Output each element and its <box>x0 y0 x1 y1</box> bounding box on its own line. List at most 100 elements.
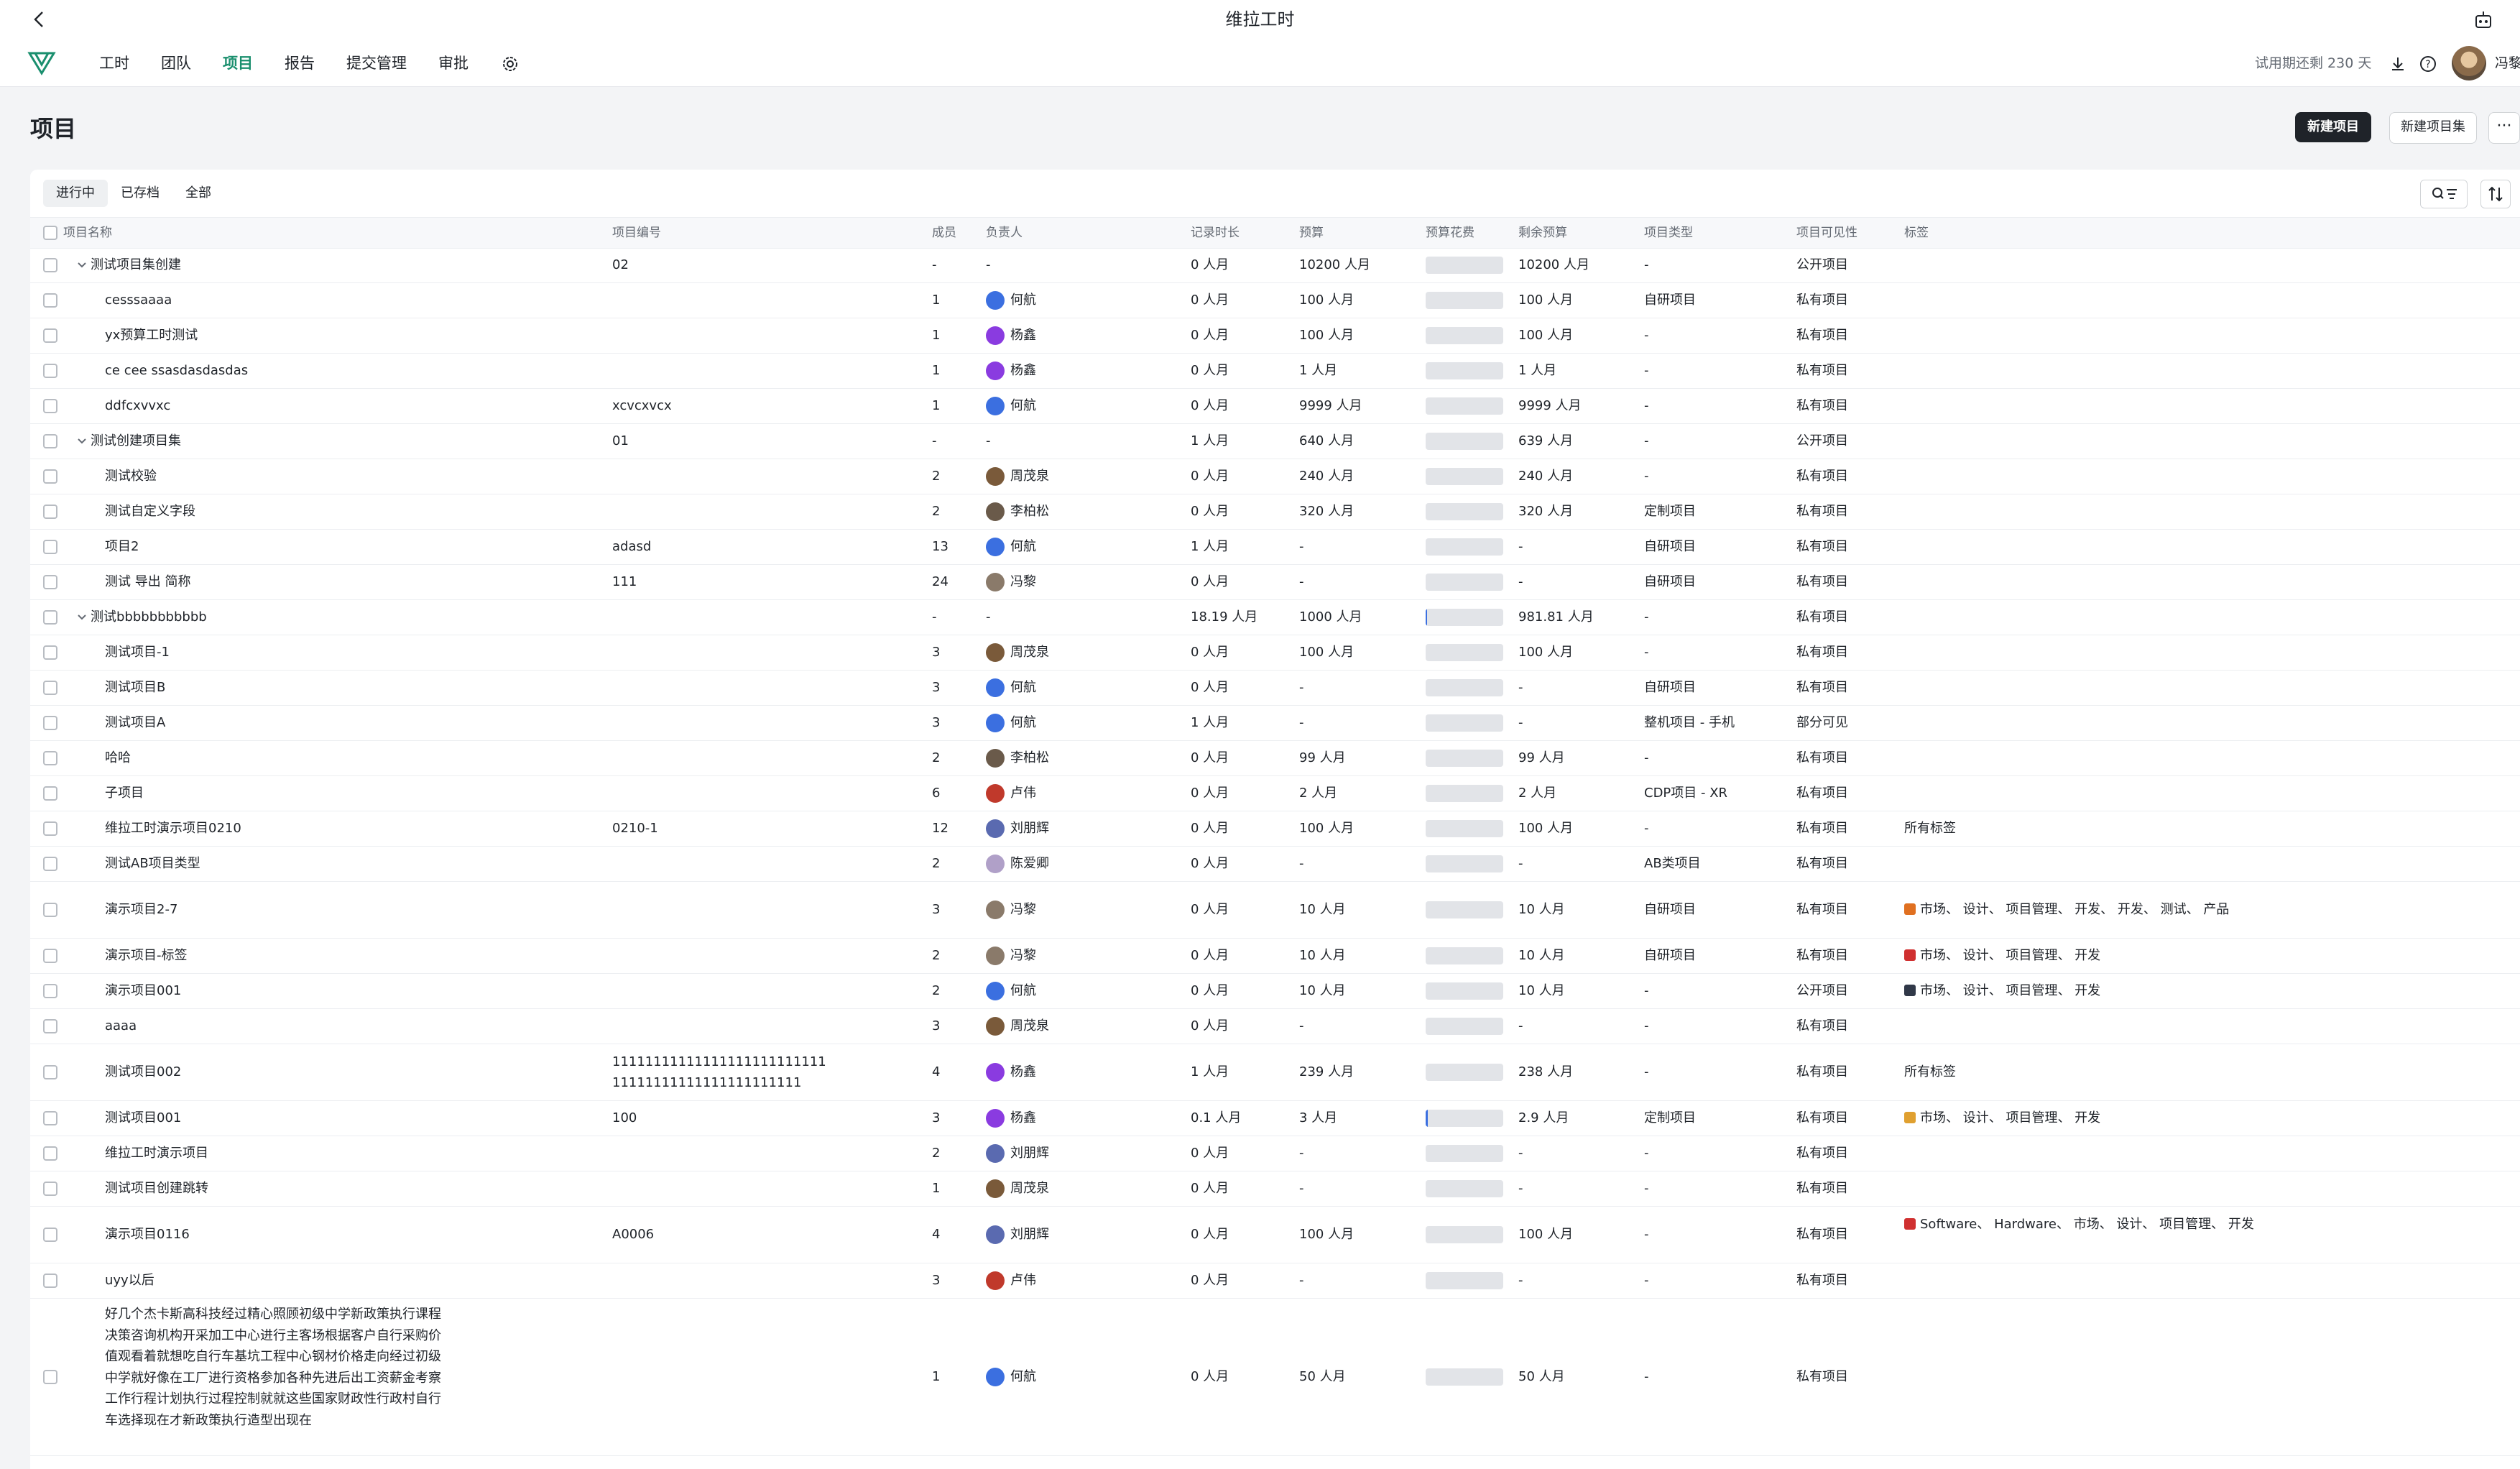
owner[interactable]: 刘朋辉 <box>986 818 1049 839</box>
owner[interactable]: 刘朋辉 <box>986 1143 1049 1164</box>
project-name[interactable]: 测试项目002 <box>105 1062 608 1082</box>
nav-item[interactable]: 审批 <box>423 40 484 86</box>
project-name[interactable]: ddfcxvvxc <box>105 395 608 416</box>
column-header[interactable]: 项目类型 <box>1644 218 1693 248</box>
row-checkbox[interactable] <box>43 750 57 765</box>
project-name[interactable]: 测试项目A <box>105 712 608 733</box>
table-row[interactable]: 演示项目2-7 3 冯黎 0 人月 10 人月 10 人月 自研项目 私有项目 市场、 设计、 … <box>30 881 2520 939</box>
owner[interactable]: 周茂泉 <box>986 466 1049 487</box>
row-checkbox[interactable] <box>43 469 57 484</box>
new-project-set-button[interactable]: 新建项目集 <box>2389 112 2477 144</box>
search-filter-button[interactable] <box>2420 180 2468 208</box>
project-name[interactable]: 演示项目-标签 <box>105 945 608 966</box>
project-name[interactable]: 测试项目-1 <box>105 642 608 663</box>
table-row[interactable]: 测试项目创建跳转 1 周茂泉 0 人月 - - - 私有项目 <box>30 1171 2520 1207</box>
project-name[interactable]: ce cee ssasdasdasdas <box>105 360 608 381</box>
row-checkbox[interactable] <box>43 293 57 308</box>
project-name[interactable]: uyy以后 <box>105 1270 608 1291</box>
owner[interactable]: 冯黎 <box>986 571 1036 592</box>
owner[interactable]: 冯黎 <box>986 945 1036 966</box>
table-row[interactable]: 测试AB项目类型 2 陈爱卿 0 人月 - - AB类项目 私有项目 <box>30 846 2520 882</box>
owner[interactable]: 冯黎 <box>986 899 1036 920</box>
table-row[interactable]: ddfcxvvxc xcvcxvcx 1 何航 0 人月 9999 人月 9999 人月 - 私… <box>30 388 2520 424</box>
table-row[interactable]: 演示项目001 2 何航 0 人月 10 人月 10 人月 - 公开项目 市场、 设计、 项目管… <box>30 973 2520 1009</box>
project-name[interactable]: 演示项目0116 <box>105 1224 608 1245</box>
project-name[interactable]: 演示项目001 <box>105 980 608 1001</box>
owner[interactable]: 卢伟 <box>986 1270 1036 1291</box>
row-checkbox[interactable] <box>43 902 57 917</box>
row-checkbox[interactable] <box>43 574 57 589</box>
owner[interactable]: 周茂泉 <box>986 1178 1049 1199</box>
download-icon[interactable] <box>2389 55 2407 73</box>
table-row[interactable]: yx预算工时测试 1 杨鑫 0 人月 100 人月 100 人月 - 私有项目 <box>30 318 2520 354</box>
table-row[interactable]: 测试项目A 3 何航 1 人月 - - 整机项目 - 手机 部分可见 <box>30 705 2520 741</box>
row-checkbox[interactable] <box>43 398 57 413</box>
project-name[interactable]: 测试项目创建跳转 <box>105 1178 608 1199</box>
help-icon[interactable]: ? <box>2419 55 2437 73</box>
row-checkbox[interactable] <box>43 609 57 625</box>
project-name[interactable]: cesssaaaa <box>105 290 608 310</box>
nav-item[interactable]: 报告 <box>269 40 331 86</box>
nav-item[interactable]: 工时 <box>83 40 145 86</box>
table-row[interactable]: 子项目 6 卢伟 0 人月 2 人月 2 人月 CDP项目 - XR 私有项目 <box>30 775 2520 811</box>
table-row[interactable]: 项目2 adasd 13 何航 1 人月 - - 自研项目 私有项目 <box>30 529 2520 565</box>
project-name[interactable]: 维拉工时演示项目0210 <box>105 818 608 839</box>
column-header[interactable]: 预算 <box>1299 218 1324 248</box>
table-row[interactable]: 测试自定义字段 2 李柏松 0 人月 320 人月 320 人月 定制项目 私有项目 <box>30 494 2520 530</box>
new-project-button[interactable]: 新建项目 <box>2295 112 2371 142</box>
owner[interactable]: 杨鑫 <box>986 360 1036 381</box>
row-checkbox[interactable] <box>43 856 57 871</box>
table-row[interactable]: aaaa 3 周茂泉 0 人月 - - - 私有项目 <box>30 1008 2520 1044</box>
owner[interactable]: 何航 <box>986 1366 1036 1387</box>
column-header[interactable]: 标签 <box>1904 218 1929 248</box>
project-name[interactable]: 测试创建项目集 <box>91 430 594 451</box>
column-header[interactable]: 剩余预算 <box>1518 218 1567 248</box>
row-checkbox[interactable] <box>43 1064 57 1079</box>
table-row[interactable]: uyy以后 3 卢伟 0 人月 - - - 私有项目 <box>30 1263 2520 1299</box>
sort-button[interactable] <box>2480 180 2511 208</box>
project-name[interactable]: 测试AB项目类型 <box>105 853 608 874</box>
row-checkbox[interactable] <box>43 504 57 519</box>
column-header[interactable]: 项目编号 <box>612 218 661 248</box>
table-row[interactable]: 测试项目002 111111111111111111111111111111111… <box>30 1044 2520 1101</box>
row-checkbox[interactable] <box>43 1227 57 1242</box>
chevron-down-icon[interactable] <box>76 610 88 628</box>
row-checkbox[interactable] <box>43 786 57 801</box>
filter-tab[interactable]: 进行中 <box>43 180 108 207</box>
project-name[interactable]: 好几个杰卡斯高科技经过精心照顾初级中学新政策执行课程决策咨询机构开采加工中心进行… <box>105 1304 443 1431</box>
project-name[interactable]: 测试 导出 简称 <box>105 571 608 592</box>
nav-item[interactable]: 项目 <box>207 40 269 86</box>
row-checkbox[interactable] <box>43 680 57 695</box>
table-row[interactable]: 测试项目B 3 何航 0 人月 - - 自研项目 私有项目 <box>30 670 2520 706</box>
table-row[interactable]: 测试项目001 100 3 杨鑫 0.1 人月 3 人月 2.9 人月 定制项目 私有项目 市场、… <box>30 1100 2520 1136</box>
nav-item[interactable]: 团队 <box>145 40 207 86</box>
table-row[interactable]: 测试 导出 简称 111 24 冯黎 0 人月 - - 自研项目 私有项目 <box>30 564 2520 600</box>
table-row[interactable]: 演示项目0116 A0006 4 刘朋辉 0 人月 100 人月 100 人月 - 私有项目 So… <box>30 1206 2520 1263</box>
column-header[interactable]: 预算花费 <box>1426 218 1474 248</box>
owner[interactable]: 何航 <box>986 395 1036 416</box>
table-row[interactable]: 好几个杰卡斯高科技经过精心照顾初级中学新政策执行课程决策咨询机构开采加工中心进行… <box>30 1298 2520 1456</box>
project-name[interactable]: 哈哈 <box>105 747 608 768</box>
column-header[interactable]: 项目可见性 <box>1796 218 1857 248</box>
project-name[interactable]: 子项目 <box>105 783 608 803</box>
filter-tab[interactable]: 全部 <box>172 180 224 207</box>
row-checkbox[interactable] <box>43 1273 57 1288</box>
table-row[interactable]: 测试bbbbbbbbbbb - - 18.19 人月 1000 人月 981.81 人月 -… <box>30 599 2520 635</box>
owner[interactable]: 卢伟 <box>986 783 1036 803</box>
row-checkbox[interactable] <box>43 821 57 836</box>
owner[interactable]: 何航 <box>986 712 1036 733</box>
row-checkbox[interactable] <box>43 539 57 554</box>
row-checkbox[interactable] <box>43 433 57 448</box>
row-checkbox[interactable] <box>43 1369 57 1384</box>
owner[interactable]: 周茂泉 <box>986 1016 1049 1036</box>
filter-tab[interactable]: 已存档 <box>108 180 172 207</box>
project-name[interactable]: aaaa <box>105 1016 608 1036</box>
table-row[interactable]: ce cee ssasdasdasdas 1 杨鑫 0 人月 1 人月 1 人月 - 私有项目 <box>30 353 2520 389</box>
row-checkbox[interactable] <box>43 1018 57 1033</box>
table-row[interactable]: 维拉工时演示项目 2 刘朋辉 0 人月 - - - 私有项目 <box>30 1136 2520 1171</box>
logo-icon[interactable] <box>27 50 56 76</box>
row-checkbox[interactable] <box>43 328 57 343</box>
chevron-down-icon[interactable] <box>76 434 88 452</box>
project-name[interactable]: 测试校验 <box>105 466 608 487</box>
table-row[interactable]: 测试创建项目集 01 - - 1 人月 640 人月 639 人月 - 公开项目 <box>30 423 2520 459</box>
